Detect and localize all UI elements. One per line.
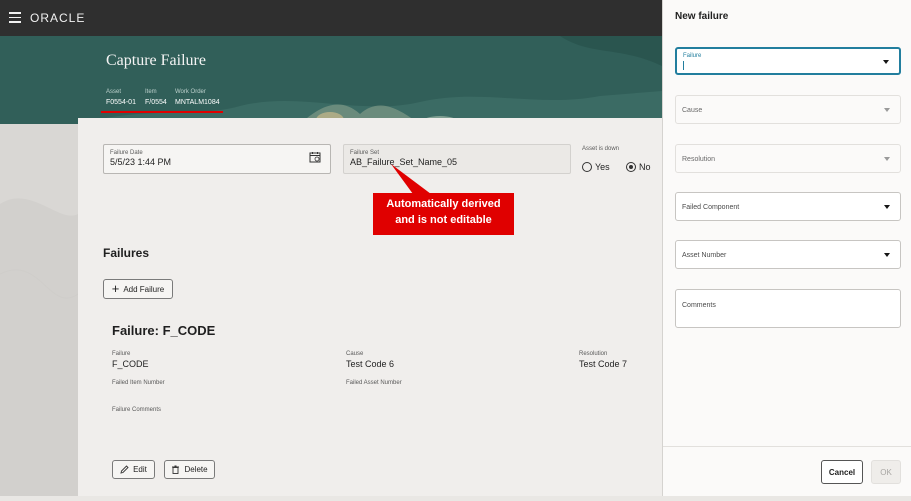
highlight-underline: [101, 111, 223, 113]
yes-label: Yes: [595, 162, 610, 172]
resolution-select[interactable]: Resolution: [675, 144, 901, 173]
chevron-down-icon: [884, 108, 890, 112]
failed-asset-number-label: Failed Asset Number: [346, 380, 402, 386]
chevron-down-icon: [884, 205, 890, 209]
new-failure-drawer: New failure Failure Cause Resolution Fai…: [662, 0, 911, 496]
left-decoration: [0, 124, 79, 496]
no-radio[interactable]: [626, 162, 636, 172]
chevron-down-icon: [884, 253, 890, 257]
cancel-button[interactable]: Cancel: [821, 460, 863, 484]
asset-label: Asset: [106, 89, 122, 95]
hamburger-menu-icon[interactable]: [9, 12, 21, 23]
decorative-pattern: [0, 198, 79, 496]
work-order-value: MNTALM1084: [175, 99, 220, 106]
failed-component-select[interactable]: Failed Component: [675, 192, 901, 221]
chevron-down-icon: [883, 60, 889, 64]
calendar-icon[interactable]: [309, 151, 321, 163]
cause-value: Test Code 6: [346, 359, 395, 369]
add-failure-button[interactable]: + Add Failure: [103, 279, 173, 299]
no-label: No: [639, 162, 651, 172]
failures-heading: Failures: [103, 246, 150, 260]
top-bar: ORACLE: [0, 0, 662, 36]
add-failure-label: Add Failure: [123, 284, 165, 294]
work-order-label: Work Order: [175, 89, 206, 95]
failure-select[interactable]: Failure: [675, 47, 901, 75]
resolution-select-label: Resolution: [682, 156, 716, 163]
ok-button[interactable]: OK: [871, 460, 901, 484]
page-banner: [0, 36, 662, 124]
asset-number-label: Asset Number: [682, 252, 727, 259]
cause-select[interactable]: Cause: [675, 95, 901, 124]
failure-item-title: Failure: F_CODE: [112, 323, 216, 338]
capture-failure-card: [78, 118, 662, 496]
callout-line-2: and is not editable: [395, 214, 492, 226]
cancel-label: Cancel: [828, 467, 856, 477]
failure-label: Failure: [112, 351, 131, 357]
edit-button[interactable]: Edit: [112, 460, 155, 479]
callout-line-1: Automatically derived: [386, 198, 501, 210]
callout-arrow: [391, 164, 431, 194]
delete-label: Delete: [184, 465, 208, 474]
chevron-down-icon: [884, 157, 890, 161]
failure-set-label: Failure Set: [350, 150, 380, 156]
failed-item-number-label: Failed Item Number: [112, 380, 165, 386]
failure-comments-label: Failure Comments: [112, 407, 162, 413]
oracle-logo: ORACLE: [30, 11, 86, 25]
failure-date-value: 5/5/23 1:44 PM: [110, 157, 172, 167]
drawer-title: New failure: [675, 11, 729, 22]
failure-value: F_CODE: [112, 359, 149, 369]
failure-select-label: Failure: [683, 53, 702, 59]
text-cursor: [683, 61, 684, 70]
resolution-value: Test Code 7: [579, 359, 628, 369]
item-label: Item: [145, 89, 157, 95]
annotation-callout: Automatically derived and is not editabl…: [373, 193, 514, 235]
cause-label: Cause: [346, 351, 364, 357]
failed-component-label: Failed Component: [682, 204, 740, 211]
banner-pattern: [0, 36, 662, 124]
ok-label: OK: [880, 467, 892, 477]
plus-icon: +: [111, 281, 120, 296]
pencil-icon: [120, 465, 129, 474]
yes-radio[interactable]: [582, 162, 592, 172]
edit-label: Edit: [133, 465, 147, 474]
trash-icon: [172, 465, 180, 474]
asset-down-label: Asset is down: [582, 146, 620, 152]
cause-select-label: Cause: [682, 107, 703, 114]
failure-date-label: Failure Date: [110, 150, 143, 156]
item-value: F/0554: [145, 99, 167, 106]
comments-textarea[interactable]: Comments: [675, 289, 901, 328]
comments-label: Comments: [682, 302, 716, 309]
resolution-label: Resolution: [579, 351, 608, 357]
delete-button[interactable]: Delete: [164, 460, 215, 479]
asset-number-select[interactable]: Asset Number: [675, 240, 901, 269]
asset-value: F0554-01: [106, 99, 136, 106]
page-title: Capture Failure: [106, 52, 206, 69]
